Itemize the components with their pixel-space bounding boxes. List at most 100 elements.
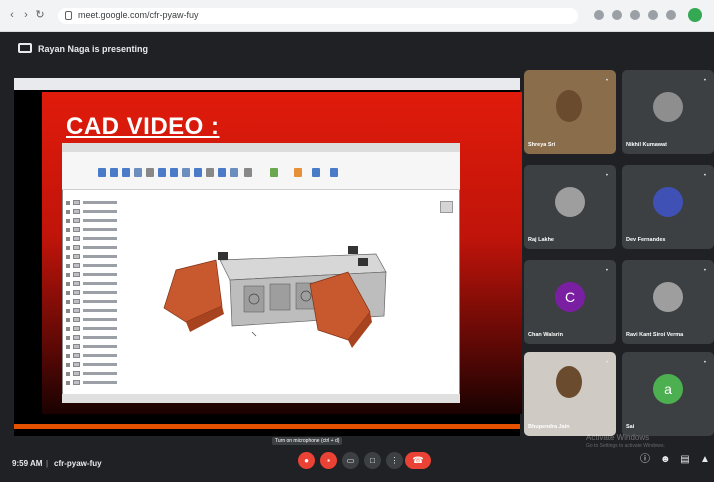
cad-tool-icon <box>194 168 202 177</box>
participant-name: Chan Walsrin <box>528 332 563 338</box>
cad-tree-row <box>66 351 146 360</box>
cad-tree-row <box>66 306 146 315</box>
camera-off-icon[interactable]: ▪ <box>320 452 337 469</box>
extension-icon[interactable] <box>594 10 604 20</box>
back-icon[interactable]: ‹ <box>6 9 18 21</box>
captions-icon[interactable]: ▭ <box>342 452 359 469</box>
end-call-icon[interactable]: ☎ <box>405 452 431 469</box>
address-bar[interactable]: meet.google.com/cfr-pyaw-fuy <box>58 8 578 24</box>
avatar: a <box>653 374 683 404</box>
more-icon[interactable]: ⋮ <box>386 452 403 469</box>
clock: 9:59 AM <box>12 459 43 468</box>
meeting-code: cfr-pyaw-fuy <box>54 459 102 468</box>
cad-tool-icon <box>98 168 106 177</box>
info-icon[interactable]: ⓘ <box>640 455 650 465</box>
cad-tool-icon <box>206 168 214 177</box>
cad-tool-icon <box>312 168 320 177</box>
cad-tree-row <box>66 288 146 297</box>
cad-tree-row <box>66 225 146 234</box>
cad-tool-icon <box>330 168 338 177</box>
video-seekbar[interactable] <box>14 424 520 429</box>
participant-tile[interactable]: • Shreya Sri <box>524 70 616 154</box>
cad-tree-row <box>66 198 146 207</box>
zoom-icon[interactable] <box>612 10 622 20</box>
cad-tool-icon <box>158 168 166 177</box>
cad-tree-row <box>66 324 146 333</box>
cad-tool-icon <box>244 168 252 177</box>
shared-window-titlebar <box>14 78 520 90</box>
windows-watermark-sub: Go to Settings to activate Windows. <box>586 443 665 449</box>
cad-tool-icon <box>170 168 178 177</box>
avatar <box>653 92 683 122</box>
cad-tool-icon <box>218 168 226 177</box>
mic-status-icon: • <box>703 268 706 274</box>
cad-tree-row <box>66 216 146 225</box>
mic-status-icon: • <box>605 360 608 366</box>
avatar: C <box>555 282 585 312</box>
extensions-puzzle-icon[interactable] <box>666 10 676 20</box>
cad-tree-row <box>66 279 146 288</box>
participant-tile[interactable]: • Bhupendra Jain <box>524 352 616 436</box>
participant-tile[interactable]: a • Sai <box>622 352 714 436</box>
present-now-icon[interactable]: □ <box>364 452 381 469</box>
url-text: meet.google.com/cfr-pyaw-fuy <box>78 10 199 20</box>
cad-tool-icon <box>294 168 302 177</box>
participant-name: Bhupendra Jain <box>528 424 570 430</box>
windows-watermark: Activate Windows <box>586 433 650 442</box>
mic-status-icon: • <box>605 78 608 84</box>
cad-tree-row <box>66 207 146 216</box>
cad-tool-icon <box>122 168 130 177</box>
mic-status-icon: • <box>703 173 706 179</box>
participant-name: Sai <box>626 424 635 430</box>
cad-model-chassis <box>163 246 387 348</box>
cad-tree-row <box>66 333 146 342</box>
cad-tree-row <box>66 315 146 324</box>
cad-tool-icon <box>270 168 278 177</box>
participant-face <box>556 366 582 398</box>
cad-timeline-bar <box>62 394 460 403</box>
participant-tile[interactable]: • Ravi Kant Siroi Verma <box>622 260 714 344</box>
cad-tool-icon <box>230 168 238 177</box>
cad-titlebar <box>62 143 460 152</box>
participant-tile[interactable]: C • Chan Walsrin <box>524 260 616 344</box>
slide-title: CAD VIDEO : <box>66 113 220 140</box>
mic-off-icon[interactable]: ● <box>298 452 315 469</box>
participant-name: Ravi Kant Siroi Verma <box>626 332 684 338</box>
cad-tree-row <box>66 378 146 387</box>
presenting-label: Rayan Naga is presenting <box>38 44 149 54</box>
lock-icon <box>65 11 72 20</box>
mic-status-icon: • <box>605 268 608 274</box>
activities-icon[interactable]: ▲ <box>700 455 710 465</box>
avatar <box>653 187 683 217</box>
participant-tile[interactable]: • Dev Fernandes <box>622 165 714 249</box>
profile-avatar[interactable] <box>688 8 702 22</box>
separator: | <box>46 459 49 468</box>
cad-tree-row <box>66 243 146 252</box>
participant-tile[interactable]: • Nikhil Kumawat <box>622 70 714 154</box>
star-icon[interactable] <box>648 10 658 20</box>
forward-icon[interactable]: › <box>20 9 32 21</box>
participant-name: Shreya Sri <box>528 142 556 148</box>
mic-status-icon: • <box>605 173 608 179</box>
avatar <box>653 282 683 312</box>
reload-icon[interactable]: ↻ <box>34 9 46 21</box>
cad-tool-icon <box>146 168 154 177</box>
participant-name: Raj Lakhe <box>528 237 554 243</box>
cad-tree-row <box>66 369 146 378</box>
present-icon <box>18 43 32 53</box>
cad-tree-row <box>66 297 146 306</box>
people-icon[interactable]: ☻ <box>660 455 671 465</box>
cad-tool-icon <box>134 168 142 177</box>
cad-tree-row <box>66 270 146 279</box>
participant-tile[interactable]: • Raj Lakhe <box>524 165 616 249</box>
extension-icon[interactable] <box>630 10 640 20</box>
cad-tree-row <box>66 234 146 243</box>
chat-icon[interactable]: ▤ <box>680 455 690 465</box>
participant-name: Dev Fernandes <box>626 237 666 243</box>
cad-tree-row <box>66 360 146 369</box>
participant-name: Nikhil Kumawat <box>626 142 667 148</box>
mic-tooltip: Turn on microphone (ctrl + d) <box>272 437 343 445</box>
cad-tree-row <box>66 342 146 351</box>
cad-tool-icon <box>110 168 118 177</box>
cad-browser-tree <box>66 198 146 388</box>
